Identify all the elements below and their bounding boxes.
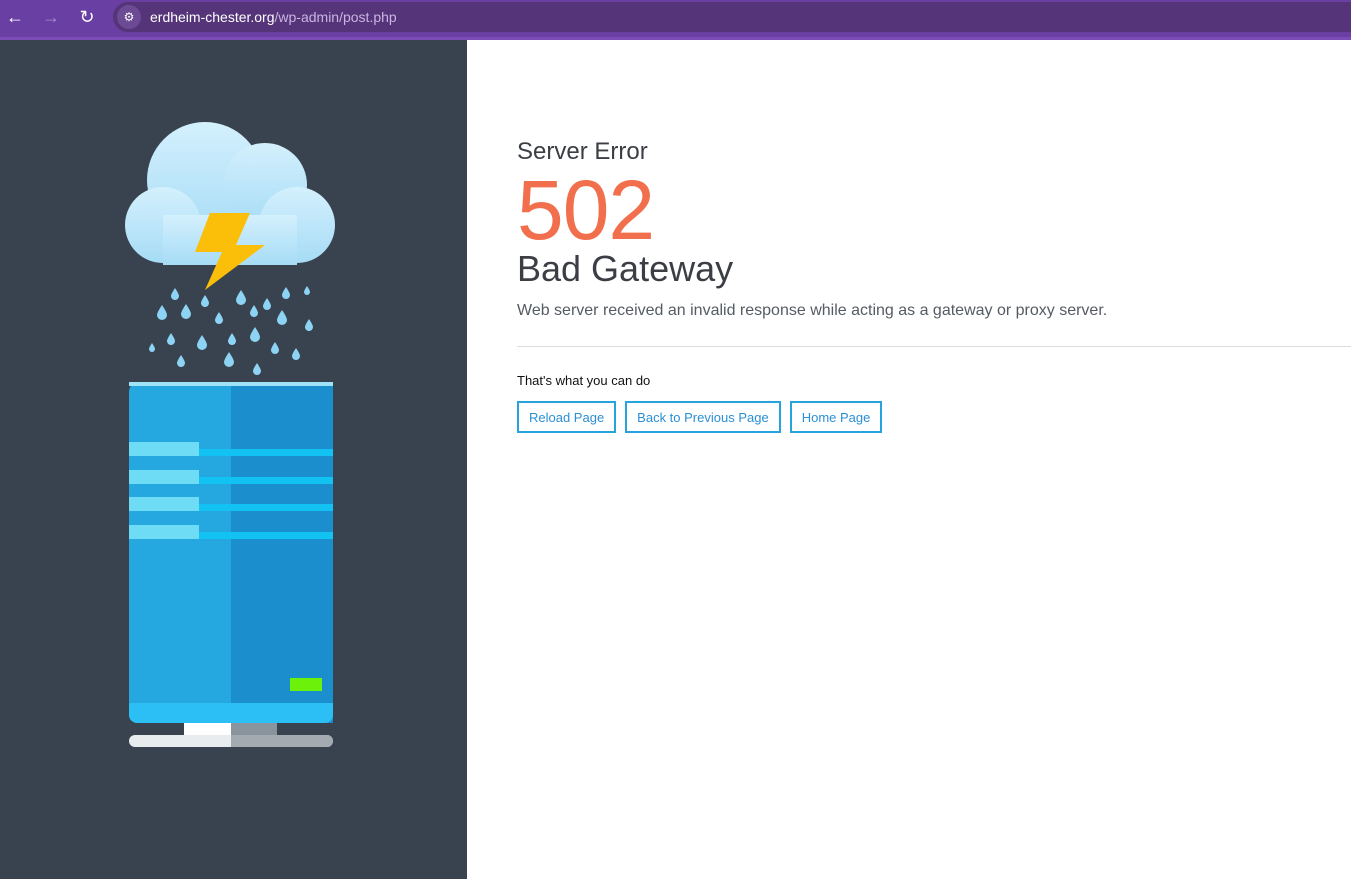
server-rain-illustration: [125, 122, 335, 747]
raindrop-icon: [277, 310, 287, 325]
raindrop-icon: [157, 305, 167, 320]
raindrop-icon: [250, 305, 258, 317]
raindrop-icon: [282, 287, 290, 299]
raindrop-icon: [215, 312, 223, 324]
raindrop-icon: [177, 355, 185, 367]
raindrop-icon: [181, 304, 191, 319]
raindrop-icon: [201, 295, 209, 307]
raindrop-icon: [149, 343, 155, 352]
raindrop-icon: [271, 342, 279, 354]
server-slot: [129, 525, 199, 539]
raindrop-icon: [292, 348, 300, 360]
server-slot: [199, 449, 333, 456]
raindrop-icon: [250, 327, 260, 342]
raindrop-icon: [253, 363, 261, 375]
back-to-previous-page-button[interactable]: Back to Previous Page: [625, 401, 781, 433]
error-code: 502: [517, 163, 655, 257]
actions-heading: That's what you can do: [517, 373, 651, 388]
home-page-button[interactable]: Home Page: [789, 401, 883, 433]
raindrop-icon: [236, 290, 246, 305]
server-slot: [199, 504, 333, 511]
status-led: [290, 678, 322, 691]
reload-page-button[interactable]: Reload Page: [517, 401, 617, 433]
raindrop-icon: [304, 286, 310, 295]
raindrops: [149, 286, 313, 375]
server-slot: [129, 470, 199, 484]
raindrop-icon: [171, 288, 179, 300]
raindrop-icon: [228, 333, 236, 345]
server-slot: [199, 477, 333, 484]
server-slot: [129, 442, 199, 456]
raindrop-icon: [263, 298, 271, 310]
divider: [517, 346, 1351, 347]
raindrop-icon: [305, 319, 313, 331]
server-slot: [129, 497, 199, 511]
server-icon: [129, 382, 333, 747]
error-kicker: Server Error: [517, 138, 648, 165]
error-content: Server Error 502 Bad Gateway Web server …: [517, 138, 1351, 433]
error-description: Web server received an invalid response …: [517, 302, 1108, 319]
raindrop-icon: [224, 352, 234, 367]
error-title: Bad Gateway: [517, 248, 734, 289]
raindrop-icon: [167, 333, 175, 345]
raindrop-icon: [197, 335, 207, 350]
server-slot: [199, 532, 333, 539]
